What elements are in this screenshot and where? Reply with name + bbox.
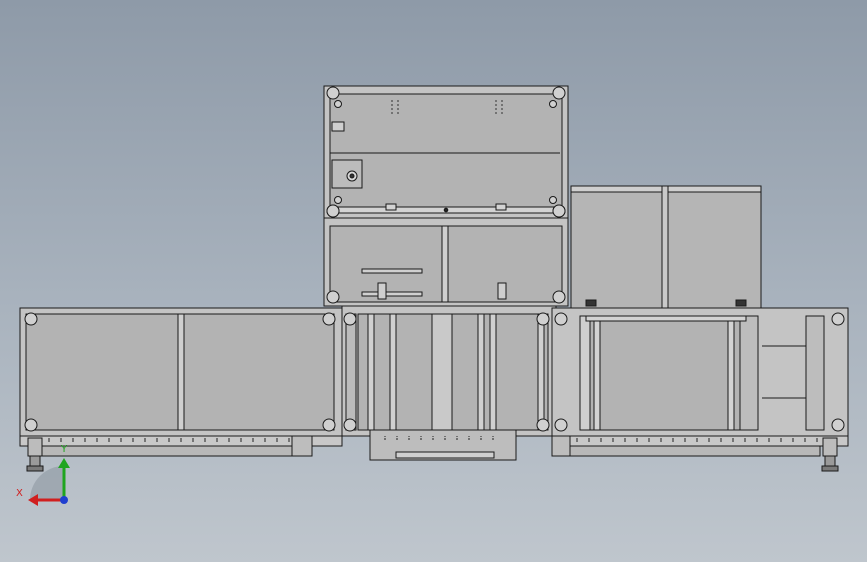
top-control-box	[323, 85, 569, 219]
right-upper-hood	[570, 185, 762, 309]
left-leveling-foot	[26, 437, 44, 472]
right-leveling-foot	[821, 437, 839, 472]
z-axis-dot	[60, 496, 68, 504]
left-cabinet	[19, 307, 343, 457]
cad-viewport[interactable]: X Y	[0, 0, 867, 562]
middle-upper-cabinet	[323, 217, 569, 307]
x-axis-label: X	[16, 488, 23, 499]
y-axis-label: Y	[60, 444, 68, 455]
middle-lower-frame	[341, 305, 557, 461]
right-cabinet	[551, 307, 849, 457]
